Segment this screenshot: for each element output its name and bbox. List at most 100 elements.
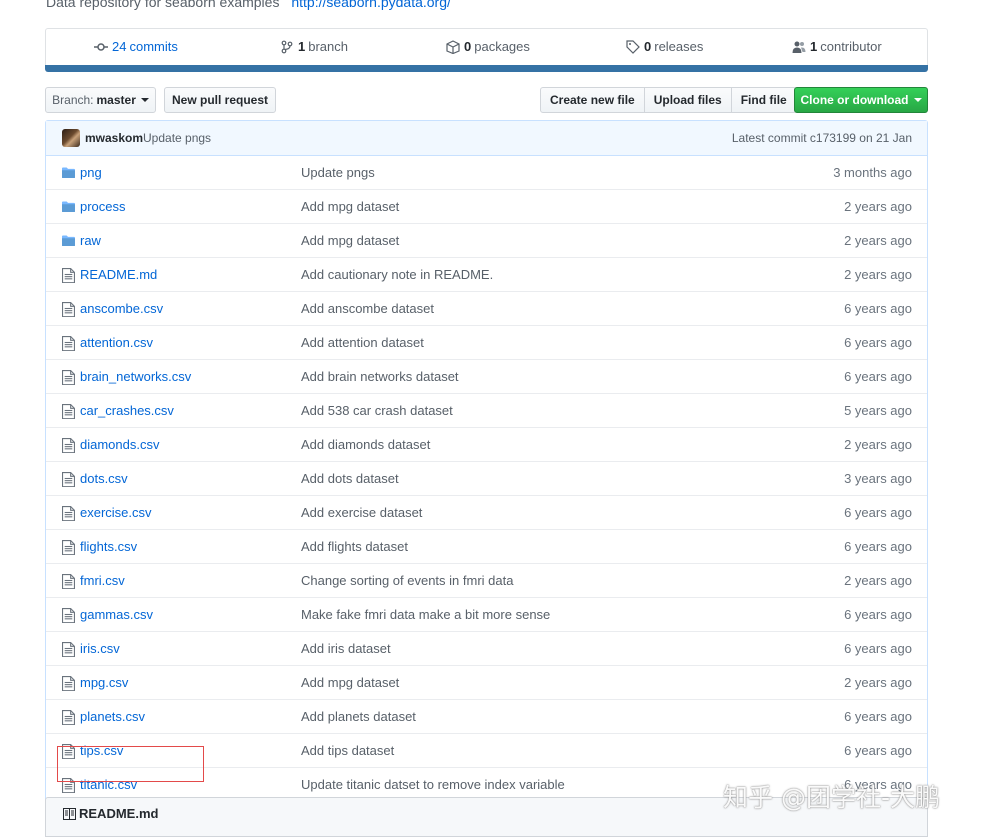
avatar[interactable] <box>62 129 80 147</box>
file-age: 3 months ago <box>833 165 912 180</box>
branch-prefix: Branch: <box>52 93 94 107</box>
file-commit-message-link[interactable]: Add flights dataset <box>301 539 408 554</box>
file-commit-message-link[interactable]: Add dots dataset <box>301 471 399 486</box>
file-commit-message-link[interactable]: Add anscombe dataset <box>301 301 434 316</box>
file-commit-message-link[interactable]: Add tips dataset <box>301 743 394 758</box>
file-actions-group: Create new file Upload files Find file <box>540 87 797 113</box>
file-row[interactable]: attention.csv Add attention dataset 6 year… <box>46 325 927 359</box>
file-name-link[interactable]: anscombe.csv <box>80 301 163 316</box>
file-icon <box>62 506 75 522</box>
file-age: 6 years ago <box>844 539 912 554</box>
file-commit-message-link[interactable]: Add brain networks dataset <box>301 369 459 384</box>
new-pull-request-button[interactable]: New pull request <box>164 87 276 113</box>
file-name-link[interactable]: planets.csv <box>80 709 145 724</box>
branches-count: 1 <box>298 39 306 54</box>
file-row[interactable]: process Add mpg dataset 2 years ago <box>46 189 927 223</box>
latest-commit-summary[interactable]: Latest commit c173199 on 21 Jan <box>732 131 912 145</box>
file-name-link[interactable]: png <box>80 165 102 180</box>
file-commit-message-link[interactable]: Add diamonds dataset <box>301 437 430 452</box>
file-commit-message-link[interactable]: Add planets dataset <box>301 709 416 724</box>
file-commit-message-link[interactable]: Add cautionary note in README. <box>301 267 493 282</box>
file-commit-message-link[interactable]: Make fake fmri data make a bit more sens… <box>301 607 550 622</box>
releases-count: 0 <box>644 39 652 54</box>
clone-or-download-button[interactable]: Clone or download <box>794 87 928 113</box>
file-row[interactable]: brain_networks.csv Add brain networks dat… <box>46 359 927 393</box>
file-row[interactable]: dots.csv Add dots dataset 3 years ago <box>46 461 927 495</box>
file-icon <box>62 370 75 386</box>
file-row[interactable]: anscombe.csv Add anscombe dataset 6 years … <box>46 291 927 325</box>
file-name-link[interactable]: diamonds.csv <box>80 437 159 452</box>
file-age: 6 years ago <box>844 607 912 622</box>
file-name-link[interactable]: tips.csv <box>80 743 123 758</box>
file-name-link[interactable]: raw <box>80 233 101 248</box>
file-name-link[interactable]: flights.csv <box>80 539 137 554</box>
file-commit-message-link[interactable]: Add iris dataset <box>301 641 391 656</box>
file-name-link[interactable]: car_crashes.csv <box>80 403 174 418</box>
file-row[interactable]: car_crashes.csv Add 538 car crash dataset… <box>46 393 927 427</box>
file-row[interactable]: planets.csv Add planets dataset 6 years ag… <box>46 699 927 733</box>
repo-stats-bar: 24 commits 1 branch 0 packages 0 release… <box>45 28 928 66</box>
file-name-link[interactable]: process <box>80 199 126 214</box>
file-name-link[interactable]: fmri.csv <box>80 573 125 588</box>
file-icon <box>62 574 75 590</box>
packages-link[interactable]: 0 packages <box>446 39 530 54</box>
file-name-link[interactable]: dots.csv <box>80 471 128 486</box>
file-name-link[interactable]: exercise.csv <box>80 505 152 520</box>
file-commit-message-link[interactable]: Add attention dataset <box>301 335 424 350</box>
file-age: 6 years ago <box>844 505 912 520</box>
file-age: 6 years ago <box>844 743 912 758</box>
tag-icon <box>626 39 640 54</box>
file-age: 6 years ago <box>844 335 912 350</box>
branch-icon <box>281 40 293 53</box>
file-icon <box>62 744 75 760</box>
file-commit-message-link[interactable]: Add mpg dataset <box>301 233 399 248</box>
file-row[interactable]: mpg.csv Add mpg dataset 2 years ago <box>46 665 927 699</box>
file-commit-message-link[interactable]: Update titanic datset to remove index va… <box>301 777 565 792</box>
file-row[interactable]: exercise.csv Add exercise dataset 6 years … <box>46 495 927 529</box>
commit-author-link[interactable]: mwaskom <box>85 131 143 145</box>
branches-link[interactable]: 1 branch <box>280 39 348 54</box>
file-row[interactable]: fmri.csv Change sorting of events in fmri… <box>46 563 927 597</box>
file-commit-message-link[interactable]: Add exercise dataset <box>301 505 422 520</box>
file-icon <box>62 778 75 794</box>
file-commit-message-link[interactable]: Add 538 car crash dataset <box>301 403 453 418</box>
file-age: 2 years ago <box>844 573 912 588</box>
file-row[interactable]: README.md Add cautionary note in README. 2… <box>46 257 927 291</box>
people-icon <box>792 41 806 53</box>
file-navigation-table: mwaskom Update pngs Latest commit c17319… <box>45 120 928 802</box>
file-icon <box>62 302 75 318</box>
file-commit-message-link[interactable]: Change sorting of events in fmri data <box>301 573 513 588</box>
file-row[interactable]: tips.csv Add tips dataset 6 years ago <box>46 733 927 767</box>
repo-homepage-link[interactable]: http://seaborn.pydata.org/ <box>291 0 451 10</box>
file-name-link[interactable]: README.md <box>80 267 157 282</box>
file-name-link[interactable]: gammas.csv <box>80 607 153 622</box>
file-name-link[interactable]: mpg.csv <box>80 675 128 690</box>
file-name-link[interactable]: titanic.csv <box>80 777 137 792</box>
folder-icon <box>62 200 75 213</box>
contributors-link[interactable]: 1 contributor <box>792 39 882 54</box>
file-row[interactable]: flights.csv Add flights dataset 6 years ag… <box>46 529 927 563</box>
file-icon <box>62 438 75 454</box>
file-commit-message-link[interactable]: Add mpg dataset <box>301 199 399 214</box>
chevron-down-icon <box>913 98 922 102</box>
create-new-file-button[interactable]: Create new file <box>540 87 645 113</box>
file-icon <box>62 642 75 658</box>
commit-message-link[interactable]: Update pngs <box>143 131 211 145</box>
file-commit-message-link[interactable]: Update pngs <box>301 165 375 180</box>
file-age: 2 years ago <box>844 675 912 690</box>
commits-link[interactable]: 24 commits <box>94 39 178 54</box>
upload-files-button[interactable]: Upload files <box>643 87 732 113</box>
file-row[interactable]: png Update pngs 3 months ago <box>46 156 927 189</box>
file-name-link[interactable]: attention.csv <box>80 335 153 350</box>
file-name-link[interactable]: iris.csv <box>80 641 120 656</box>
file-row[interactable]: diamonds.csv Add diamonds dataset 2 years … <box>46 427 927 461</box>
file-row[interactable]: iris.csv Add iris dataset 6 years ago <box>46 631 927 665</box>
file-name-link[interactable]: brain_networks.csv <box>80 369 191 384</box>
branch-select-button[interactable]: Branch: master <box>45 87 156 113</box>
find-file-button[interactable]: Find file <box>730 87 797 113</box>
releases-link[interactable]: 0 releases <box>626 39 703 54</box>
file-commit-message-link[interactable]: Add mpg dataset <box>301 675 399 690</box>
file-age: 2 years ago <box>844 267 912 282</box>
file-row[interactable]: raw Add mpg dataset 2 years ago <box>46 223 927 257</box>
file-row[interactable]: gammas.csv Make fake fmri data make a bit… <box>46 597 927 631</box>
